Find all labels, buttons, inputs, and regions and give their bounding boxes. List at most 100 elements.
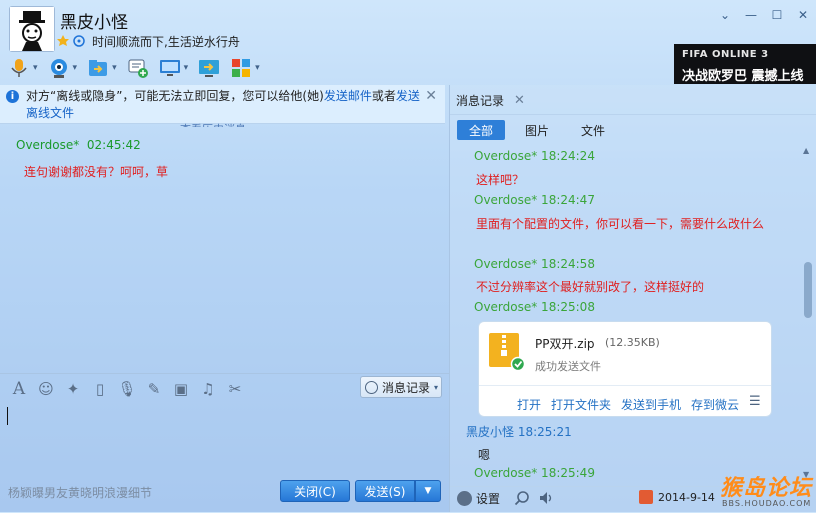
gear-icon — [457, 491, 472, 506]
filter-files[interactable]: 文件 — [569, 120, 617, 140]
file-transfer-button[interactable]: ▾ — [87, 55, 117, 81]
screenshot-icon[interactable]: ✂ — [226, 380, 244, 398]
offline-notice: i 对方“离线或隐身”，可能无法立即回复，您可以给他(她)发送邮件或者发送离线文… — [0, 85, 445, 124]
speaker-icon[interactable] — [539, 490, 555, 506]
maximize-icon[interactable]: ☐ — [770, 8, 784, 22]
send-to-phone-link[interactable]: 发送到手机 — [621, 396, 681, 413]
send-options-dropdown[interactable]: ▼ — [415, 480, 441, 502]
magic-icon[interactable]: ✦ — [64, 380, 82, 398]
chevron-down-icon: ▾ — [434, 382, 439, 392]
close-icon[interactable]: ✕ — [514, 93, 525, 108]
file-name: PP双开.zip — [535, 337, 595, 351]
microphone-icon — [11, 59, 27, 77]
info-icon: i — [6, 90, 19, 103]
status-icons — [57, 34, 89, 48]
clock-icon — [365, 380, 378, 394]
chat-sender: Overdose* 02:45:42 — [16, 138, 141, 152]
remote-desktop-icon — [159, 60, 180, 76]
file-transfer-icon — [89, 60, 108, 76]
nickname: 黑皮小怪 — [60, 13, 128, 33]
history-entry-name: Overdose* 18:24:24 — [474, 149, 595, 163]
sender-name: Overdose* — [16, 138, 80, 152]
history-entry-message: 不过分辨率这个最好就别改了，这样挺好的 — [476, 280, 705, 294]
window-controls: ⌄ — ☐ ✕ — [718, 8, 810, 22]
image-icon[interactable]: ▣ — [172, 380, 190, 398]
add-chat-button[interactable] — [127, 55, 149, 81]
message-input[interactable] — [0, 402, 449, 477]
minimize-icon[interactable]: — — [744, 8, 758, 22]
history-entry-name: Overdose* 18:25:08 — [474, 300, 595, 314]
tab-divider — [450, 114, 816, 115]
sender-time: 02:45:42 — [86, 138, 141, 152]
settings-label: 设置 — [476, 492, 501, 506]
text-caret — [7, 407, 8, 425]
history-entry-message: 里面有个配置的文件，你可以看一下，需要什么改什么 — [476, 217, 765, 231]
music-icon[interactable]: ♫ — [199, 380, 217, 398]
zip-file-icon — [489, 333, 525, 371]
calendar-icon — [639, 490, 653, 504]
microphone-button[interactable]: ▾ — [8, 55, 38, 81]
history-button-label: 消息记录 — [382, 380, 431, 395]
send-button[interactable]: 发送(S) — [355, 480, 415, 502]
screen-share-icon — [199, 60, 220, 77]
history-tab-title: 消息记录 — [456, 93, 505, 108]
close-icon[interactable]: ✕ — [796, 8, 810, 22]
chevron-down-icon[interactable]: ⌄ — [718, 8, 732, 22]
main-toolbar: ▾ ▾ ▾ ▾ ▾ — [8, 54, 260, 82]
remote-desktop-button[interactable]: ▾ — [159, 55, 188, 81]
edit-icon[interactable]: ✎ — [145, 380, 163, 398]
file-status: 成功发送文件 — [535, 360, 601, 373]
ad-text-link[interactable]: 杨颖曝男友黄晓明浪漫细节 — [8, 484, 152, 501]
scrollbar-thumb[interactable] — [804, 262, 812, 318]
font-icon[interactable]: A — [10, 379, 28, 399]
message-history-button[interactable]: 消息记录 ▾ — [360, 376, 442, 398]
file-actions: 打开 打开文件夹 发送到手机 存到微云 — [517, 396, 739, 413]
banner-line1: FIFA ONLINE 3 — [682, 49, 769, 60]
shake-icon[interactable]: ▯ — [91, 380, 109, 398]
history-entry-name: Overdose* 18:24:58 — [474, 257, 595, 271]
filter-images[interactable]: 图片 — [513, 120, 561, 140]
history-entry-message: 这样吧？ — [476, 173, 525, 187]
menu-icon[interactable]: ☰ — [749, 394, 763, 409]
open-folder-link[interactable]: 打开文件夹 — [551, 396, 611, 413]
settings-button[interactable]: 设置 — [457, 490, 500, 507]
history-entry-message: 嗯 — [478, 448, 491, 462]
close-button[interactable]: 关闭(C) — [280, 480, 350, 502]
view-history-link[interactable]: 查看历史消息 — [180, 121, 246, 127]
voice-icon[interactable]: 🎙 — [117, 380, 136, 398]
history-filters: 全部 图片 文件 — [457, 120, 625, 140]
screen-share-button[interactable] — [198, 55, 220, 81]
save-to-weiyun-link[interactable]: 存到微云 — [691, 396, 739, 413]
file-card-divider — [479, 385, 771, 386]
signature: 时间顺流而下,生活逆水行舟 — [92, 35, 240, 49]
input-toolbar: A ☺ ✦ ▯ 🎙 ✎ ▣ ♫ ✂ — [10, 378, 244, 400]
open-file-link[interactable]: 打开 — [517, 396, 541, 413]
input-divider — [0, 373, 449, 374]
emoji-icon[interactable]: ☺ — [37, 380, 55, 398]
video-button[interactable]: ▾ — [48, 55, 77, 81]
app-grid-icon — [232, 59, 251, 77]
scroll-up-icon[interactable]: ▲ — [803, 146, 809, 155]
file-card: PP双开.zip (12.35KB) 成功发送文件 打开 打开文件夹 发送到手机… — [478, 321, 772, 417]
history-entry-name: Overdose* 18:25:49 — [474, 466, 595, 480]
history-self-name: 黑皮小怪 18:25:21 — [466, 425, 572, 439]
history-entry-name: Overdose* 18:24:47 — [474, 193, 595, 207]
notice-close-icon[interactable]: ✕ — [425, 88, 437, 104]
date-picker[interactable]: 2014-9-14 — [639, 490, 715, 504]
notice-text: 对方“离线或隐身”，可能无法立即回复，您可以给他(她)发送邮件或者发送离线文件 — [26, 88, 426, 122]
notice-text-mid: 或者 — [371, 89, 396, 103]
history-tab[interactable]: 消息记录 ✕ — [456, 86, 525, 114]
send-email-link[interactable]: 发送邮件 — [324, 89, 372, 103]
ad-banner[interactable]: FIFA ONLINE 3 决战欧罗巴 震撼上线 — [674, 44, 816, 84]
app-grid-button[interactable]: ▾ — [230, 55, 260, 81]
add-chat-icon — [128, 59, 148, 78]
watermark-url: BBS.HOUDAO.COM — [722, 499, 812, 508]
notice-text-before: 对方“离线或隐身”，可能无法立即回复，您可以给他(她) — [26, 89, 324, 103]
filter-all[interactable]: 全部 — [457, 120, 506, 140]
avatar[interactable] — [9, 6, 55, 52]
video-icon — [50, 59, 67, 78]
date-label: 2014-9-14 — [658, 490, 715, 504]
banner-line2: 决战欧罗巴 震撼上线 — [682, 69, 804, 84]
search-icon[interactable] — [514, 490, 530, 506]
chat-message: 连句谢谢都没有？呵呵，草 — [24, 165, 169, 179]
